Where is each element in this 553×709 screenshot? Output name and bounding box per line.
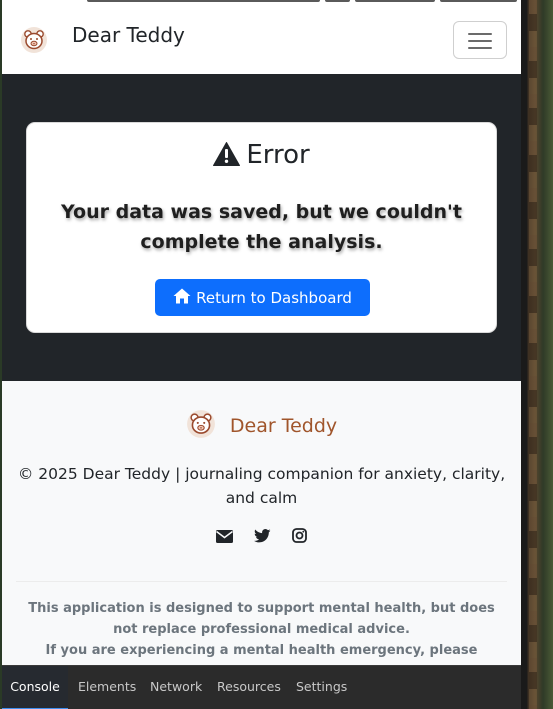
warning-triangle-icon — [213, 142, 241, 173]
return-to-dashboard-button[interactable]: Return to Dashboard — [155, 279, 370, 316]
footer: Dear Teddy © 2025 Dear Teddy | journalin… — [2, 381, 521, 709]
devtools-tab-bar: Console Elements Network Resources Setti… — [2, 665, 521, 709]
navbar: Dear Teddy — [2, 0, 521, 74]
tab-console[interactable]: Console — [2, 666, 68, 709]
tab-network[interactable]: Network — [150, 666, 202, 709]
navbar-brand[interactable]: Dear Teddy — [72, 23, 185, 47]
twitter-icon[interactable] — [254, 528, 271, 547]
teddy-bear-logo-icon — [186, 409, 216, 443]
error-heading: Error — [27, 140, 496, 173]
return-to-dashboard-label: Return to Dashboard — [196, 288, 352, 307]
footer-brand-name: Dear Teddy — [229, 415, 338, 437]
tab-elements[interactable]: Elements — [78, 666, 136, 709]
envelope-icon[interactable] — [215, 528, 233, 547]
error-card: Error Your data was saved, but we couldn… — [26, 122, 497, 333]
app-viewport: Dear Teddy Error Your data was saved, bu… — [2, 0, 521, 709]
background-photo-strip — [521, 0, 553, 709]
navbar-toggler-button[interactable] — [453, 21, 507, 59]
disclaimer-line: This application is designed to support … — [28, 601, 495, 637]
instagram-icon[interactable] — [292, 528, 307, 547]
home-icon — [173, 288, 191, 308]
teddy-bear-logo-icon[interactable] — [20, 26, 48, 54]
browser-tab-edges — [87, 0, 517, 2]
footer-social-links — [2, 528, 521, 547]
error-title: Error — [246, 140, 310, 170]
tab-settings[interactable]: Settings — [296, 666, 347, 709]
hamburger-menu-icon — [468, 33, 492, 35]
tab-resources[interactable]: Resources — [217, 666, 281, 709]
footer-brand: Dear Teddy — [2, 409, 521, 443]
footer-divider — [16, 581, 507, 582]
error-message: Your data was saved, but we couldn't com… — [61, 201, 462, 253]
footer-copyright: © 2025 Dear Teddy | journaling companion… — [17, 465, 506, 507]
